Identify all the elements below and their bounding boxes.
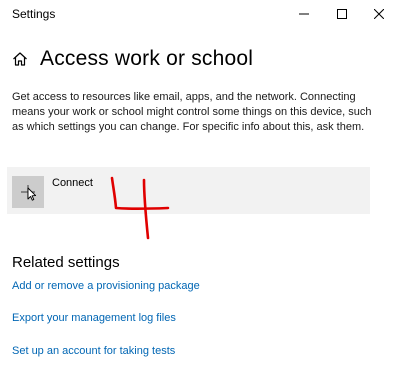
taking-tests-link[interactable]: Set up an account for taking tests	[12, 345, 175, 357]
title-bar: Settings	[0, 0, 397, 28]
related-settings-heading: Related settings	[12, 254, 120, 271]
settings-window: Settings Access work or school Get acces…	[0, 0, 397, 373]
minimize-icon	[299, 13, 309, 15]
window-title: Settings	[12, 7, 56, 21]
page-title: Access work or school	[40, 47, 254, 70]
export-logs-link[interactable]: Export your management log files	[12, 312, 176, 324]
maximize-button[interactable]	[324, 0, 360, 28]
close-icon	[374, 9, 384, 19]
minimize-button[interactable]	[286, 0, 322, 28]
page-description: Get access to resources like email, apps…	[12, 91, 372, 133]
connect-button[interactable]: Connect	[7, 167, 370, 214]
close-button[interactable]	[361, 0, 397, 28]
provisioning-package-link[interactable]: Add or remove a provisioning package	[12, 280, 200, 292]
plus-icon	[21, 185, 37, 201]
connect-label: Connect	[52, 177, 93, 189]
connect-icon-box	[12, 176, 44, 208]
home-icon[interactable]	[12, 51, 28, 67]
maximize-icon	[337, 9, 347, 19]
page-header: Access work or school	[12, 44, 253, 74]
